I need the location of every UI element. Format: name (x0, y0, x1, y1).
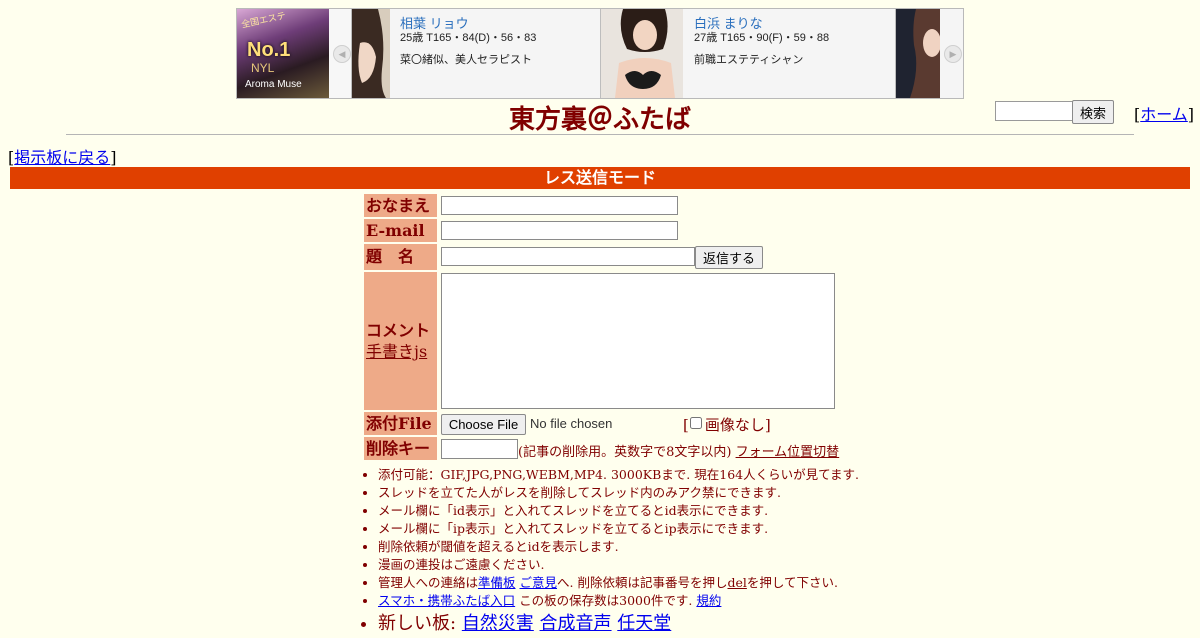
delete-key-field[interactable] (441, 439, 518, 459)
ad-logo-line1: 全国エステ (240, 10, 287, 30)
delete-key-note: (記事の削除用。英数字で8文字以内) フォーム位置切替 (518, 441, 839, 460)
new-board-link[interactable]: 合成音声 (540, 613, 612, 634)
back-to-board-link[interactable]: 掲示板に戻る (14, 148, 110, 167)
list-item: 添付可能：GIF,JPG,PNG,WEBM,MP4. 3000KBまで. 現在1… (378, 466, 859, 484)
new-board-link[interactable]: 自然災害 (462, 613, 534, 634)
ad-card-spec: 25歳 T165・84(D)・56・83 (400, 32, 537, 44)
name-field[interactable] (441, 196, 678, 215)
list-item: メール欄に「id表示」と入れてスレッドを立てるとid表示にできます. (378, 502, 859, 520)
file-label: 添付File (364, 412, 437, 435)
contact-mid: へ. 削除依頼は記事番号を押し (557, 575, 728, 590)
file-status: No file chosen (530, 416, 613, 431)
home-nav: [ホーム] (1134, 105, 1195, 124)
comment-label: コメント (366, 321, 431, 340)
no-image-checkbox[interactable] (689, 417, 702, 429)
no-image-label: 画像なし (704, 416, 765, 434)
list-item: 削除依頼が閾値を超えるとidを表示します. (378, 538, 859, 556)
new-boards-label: 新しい板: (378, 613, 457, 634)
list-item: スマホ・携帯ふたば入口 この板の保存数は3000件です. 規約 (378, 592, 859, 610)
ad-logo-line3: NYL (251, 61, 275, 75)
del-link[interactable]: del (727, 575, 746, 590)
list-item: 管理人への連絡は準備板 ご意見へ. 削除依頼は記事番号を押しdelを押して下さい… (378, 574, 859, 592)
mobile-entry-link[interactable]: スマホ・携帯ふたば入口 (378, 593, 515, 608)
comment-label-cell: コメント 手書きjs (364, 272, 437, 410)
back-nav: [掲示板に戻る] (8, 148, 117, 167)
header-divider (66, 134, 1134, 135)
ad-card-desc: 菜〇緒似、美人セラピスト (400, 54, 532, 66)
handwriting-link[interactable]: 手書きjs (366, 342, 427, 361)
ad-next-arrow-icon[interactable]: ▶ (944, 45, 962, 63)
email-label: E-mail (364, 219, 437, 242)
ad-card-spec: 27歳 T165・90(F)・59・88 (694, 32, 830, 44)
rules-link[interactable]: 規約 (696, 593, 721, 608)
subject-field[interactable] (441, 247, 695, 266)
new-board-link[interactable]: 任天堂 (617, 613, 671, 634)
no-image-option: [画像なし] (683, 416, 771, 434)
subject-label: 題 名 (364, 244, 437, 270)
prep-board-link[interactable]: 準備板 (478, 575, 516, 590)
ad-photo (601, 9, 683, 98)
choose-file-button[interactable]: Choose File (441, 414, 526, 435)
contact-suffix: を押して下さい. (746, 575, 838, 590)
ad-card[interactable]: 白浜 まりな 27歳 T165・90(F)・59・88 前職エステティシャン (600, 9, 895, 98)
list-item: 漫画の連投はご遠慮ください. (378, 556, 859, 574)
list-item: メール欄に「ip表示」と入れてスレッドを立てるとip表示にできます. (378, 520, 859, 538)
comment-textarea[interactable] (441, 273, 835, 409)
ad-logo-line4: Aroma Muse (245, 79, 302, 90)
ad-banner[interactable]: 全国エステ No.1 NYL Aroma Muse ◀ 相葉 リョウ 25歳 T… (236, 8, 964, 99)
name-label: おなまえ (364, 194, 437, 217)
home-link[interactable]: ホーム (1140, 105, 1188, 124)
reply-mode-banner: レス送信モード (10, 167, 1190, 189)
list-item: スレッドを立てた人がレスを削除してスレッド内のみアク禁にできます. (378, 484, 859, 502)
ad-prev-arrow-icon[interactable]: ◀ (333, 45, 351, 63)
notes-list: 添付可能：GIF,JPG,PNG,WEBM,MP4. 3000KBまで. 現在1… (362, 466, 859, 638)
ad-photo (896, 9, 940, 98)
feedback-link[interactable]: ご意見 (520, 575, 558, 590)
ad-card[interactable]: 相葉 リョウ 25歳 T165・84(D)・56・83 菜〇緒似、美人セラピスト (351, 9, 600, 98)
delete-key-hint: (記事の削除用。英数字で8文字以内) (518, 445, 732, 460)
contact-prefix: 管理人への連絡は (378, 575, 479, 590)
email-field[interactable] (441, 221, 678, 240)
ad-logo-line2: No.1 (247, 39, 291, 61)
ad-photo (352, 9, 390, 98)
search-button[interactable]: 検索 (1072, 100, 1114, 124)
storage-note: この板の保存数は3000件です. (515, 593, 693, 608)
ad-logo[interactable]: 全国エステ No.1 NYL Aroma Muse (237, 9, 329, 98)
form-position-toggle-link[interactable]: フォーム位置切替 (736, 445, 840, 460)
list-item: 新しい板: 自然災害 合成音声 任天堂 (378, 610, 859, 638)
search-input[interactable] (995, 101, 1077, 121)
delete-key-label: 削除キー (364, 437, 437, 460)
ad-card-desc: 前職エステティシャン (694, 54, 804, 66)
submit-reply-button[interactable]: 返信する (695, 246, 763, 269)
